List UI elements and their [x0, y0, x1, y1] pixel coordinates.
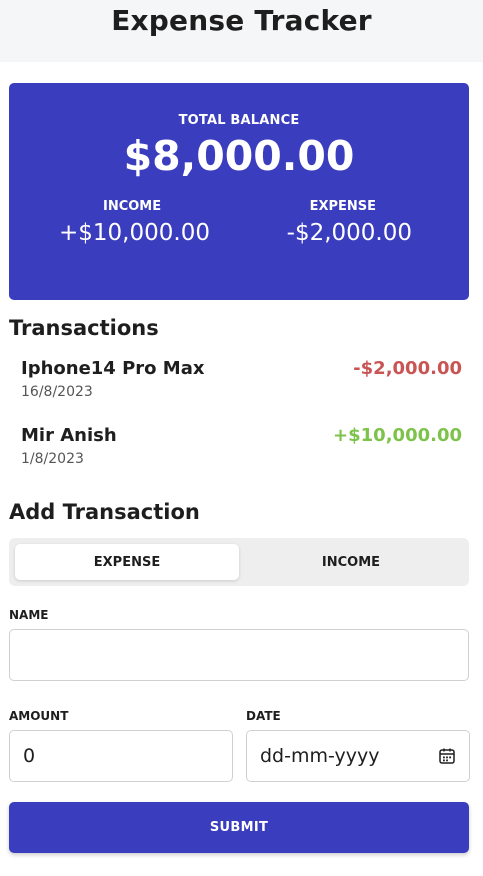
- add-transaction-heading: Add Transaction: [9, 500, 200, 524]
- amount-input[interactable]: 0: [9, 730, 233, 782]
- transaction-amount: -$2,000.00: [353, 358, 462, 379]
- balance-card: TOTAL BALANCE $8,000.00 INCOME +$10,000.…: [9, 83, 469, 300]
- list-item[interactable]: Mir Anish 1/8/2023 +$10,000.00: [9, 425, 474, 492]
- transaction-date: 16/8/2023: [21, 384, 93, 400]
- name-input[interactable]: [9, 629, 469, 681]
- transaction-list: Iphone14 Pro Max 16/8/2023 -$2,000.00 Mi…: [9, 358, 474, 492]
- expense-summary: EXPENSE -$2,000.00: [236, 199, 470, 246]
- transaction-name: Mir Anish: [21, 425, 117, 446]
- income-label: INCOME: [103, 199, 162, 215]
- transaction-info: Mir Anish 1/8/2023: [21, 425, 117, 492]
- app-header: Expense Tracker: [0, 0, 483, 62]
- expense-value: -$2,000.00: [286, 220, 412, 247]
- date-field-label: DATE: [246, 709, 281, 723]
- date-field-group: DATE dd-mm-yyyy: [246, 709, 470, 782]
- list-item[interactable]: Iphone14 Pro Max 16/8/2023 -$2,000.00: [9, 358, 474, 425]
- name-field-label: NAME: [9, 608, 49, 622]
- transaction-date: 1/8/2023: [21, 451, 84, 467]
- income-value: +$10,000.00: [59, 220, 210, 247]
- transaction-name: Iphone14 Pro Max: [21, 358, 205, 379]
- transaction-info: Iphone14 Pro Max 16/8/2023: [21, 358, 204, 425]
- calendar-icon[interactable]: [438, 747, 456, 765]
- income-toggle-button[interactable]: INCOME: [239, 544, 463, 580]
- total-balance-amount: $8,000.00: [123, 132, 355, 180]
- transaction-amount: +$10,000.00: [333, 425, 462, 446]
- income-summary: INCOME +$10,000.00: [9, 199, 236, 246]
- total-balance-label: TOTAL BALANCE: [178, 113, 300, 128]
- main-content: TOTAL BALANCE $8,000.00 INCOME +$10,000.…: [0, 83, 483, 853]
- page-title: Expense Tracker: [111, 3, 372, 37]
- transactions-heading: Transactions: [9, 316, 159, 340]
- income-expense-summary: INCOME +$10,000.00 EXPENSE -$2,000.00: [9, 199, 469, 246]
- amount-field-label: AMOUNT: [9, 709, 69, 723]
- expense-label: EXPENSE: [309, 199, 376, 215]
- amount-field-group: AMOUNT 0: [9, 709, 233, 782]
- expense-toggle-button[interactable]: EXPENSE: [15, 544, 239, 580]
- date-placeholder: dd-mm-yyyy: [260, 745, 380, 767]
- date-input[interactable]: dd-mm-yyyy: [246, 730, 470, 782]
- submit-button[interactable]: SUBMIT: [9, 802, 469, 853]
- transaction-type-toggle: EXPENSE INCOME: [9, 538, 469, 586]
- amount-date-row: AMOUNT 0 DATE dd-mm-yyyy: [9, 709, 474, 782]
